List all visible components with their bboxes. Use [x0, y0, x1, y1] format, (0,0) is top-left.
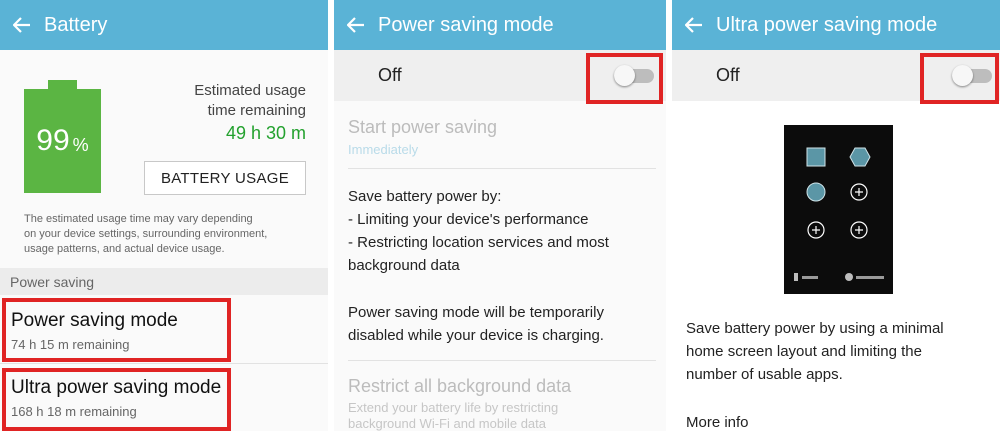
battery-percent: 99 [36, 124, 70, 157]
disclaimer-text: The estimated usage time may vary depend… [24, 212, 314, 257]
disclaimer-line: usage patterns, and actual device usage. [24, 243, 225, 255]
estimate-label-line: time remaining [207, 102, 306, 119]
description-line: background Wi-Fi and mobile data [348, 416, 546, 431]
battery-screen: Battery 99% Estimated usage time remaini… [0, 0, 328, 431]
description-line: Save battery power by: [348, 188, 502, 205]
app-square-icon [806, 147, 826, 167]
minimal-home-screen-preview [784, 125, 893, 294]
mini-battery-icon [794, 273, 798, 281]
page-title: Battery [44, 13, 108, 36]
highlight-box [2, 298, 231, 362]
highlight-box [586, 53, 663, 104]
app-hexagon-icon [849, 147, 871, 167]
toggle-label: Off [716, 65, 740, 85]
restrict-background-data-title[interactable]: Restrict all background data [348, 376, 571, 397]
divider [348, 168, 656, 169]
section-header: Power saving [0, 268, 328, 295]
page-title: Power saving mode [378, 13, 554, 36]
app-bar: Ultra power saving mode [672, 0, 1000, 50]
divider [348, 360, 656, 361]
add-app-icon [850, 221, 868, 239]
back-arrow-icon[interactable] [2, 0, 42, 50]
back-arrow-icon[interactable] [674, 0, 714, 50]
description-line: Extend your battery life by restricting [348, 400, 559, 415]
app-bar: Battery [0, 0, 328, 50]
description-line: background data [348, 257, 460, 274]
description-line: disabled while your device is charging. [348, 327, 604, 344]
highlight-box [920, 53, 999, 104]
description-line: - Restricting location services and most [348, 234, 609, 251]
description-line: - Limiting your device's performance [348, 211, 589, 228]
disclaimer-line: on your device settings, surrounding env… [24, 228, 268, 240]
power-saving-screen: Power saving mode Off Start power saving… [334, 0, 666, 431]
description-line: home screen layout and limiting the [686, 343, 922, 360]
description-line: Power saving mode will be temporarily [348, 304, 604, 321]
battery-percent-unit: % [72, 134, 89, 155]
save-battery-description: Save battery power by: - Limiting your d… [348, 185, 609, 277]
add-app-icon [850, 183, 868, 201]
start-power-saving-title[interactable]: Start power saving [348, 117, 497, 138]
toggle-label: Off [378, 65, 402, 85]
battery-usage-button[interactable]: BATTERY USAGE [144, 161, 306, 195]
ultra-description: Save battery power by using a minimal ho… [686, 317, 986, 386]
description-line: number of usable apps. [686, 366, 843, 383]
more-info-link[interactable]: More info [686, 414, 749, 431]
ultra-power-saving-screen: Ultra power saving mode Off Save battery… [672, 0, 1000, 431]
highlight-box [2, 368, 231, 431]
description-line: Save battery power by using a minimal [686, 320, 944, 337]
disclaimer-line: The estimated usage time may vary depend… [24, 213, 253, 225]
estimate-label-line: Estimated usage [194, 82, 306, 99]
estimate-value: 49 h 30 m [225, 123, 306, 143]
charging-note: Power saving mode will be temporarily di… [348, 301, 604, 347]
app-circle-icon [806, 182, 826, 202]
start-power-saving-value: Immediately [348, 142, 419, 157]
estimate-label: Estimated usage time remaining [146, 81, 306, 121]
restrict-background-data-description: Extend your battery life by restricting … [348, 400, 648, 431]
mini-data-icon [845, 273, 853, 281]
add-app-icon [807, 221, 825, 239]
battery-level: 99% [24, 89, 101, 193]
page-title: Ultra power saving mode [716, 13, 938, 36]
back-arrow-icon[interactable] [336, 0, 376, 50]
app-bar: Power saving mode [334, 0, 666, 50]
